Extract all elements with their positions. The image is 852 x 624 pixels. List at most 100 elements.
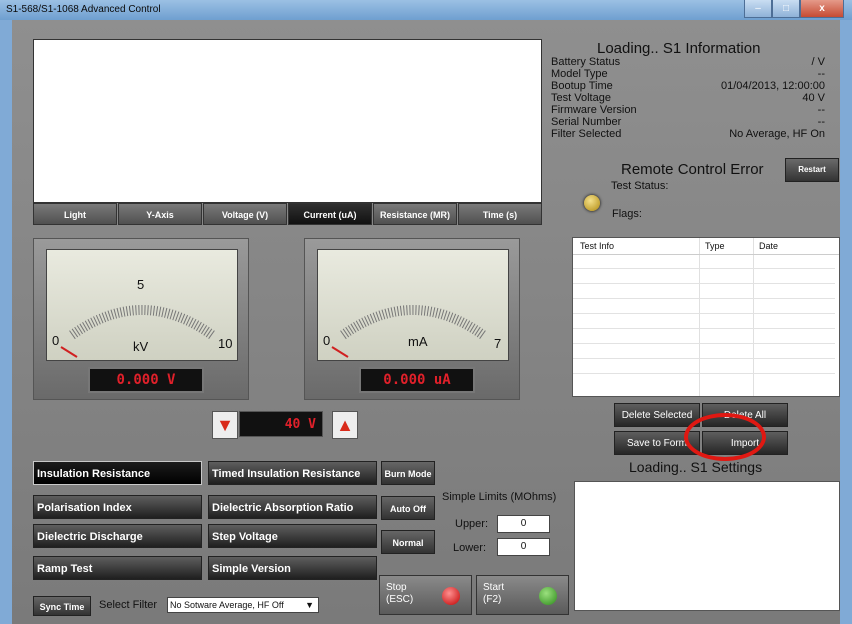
normal-button[interactable]: Normal <box>381 530 435 554</box>
info-row-model: Model Type -- <box>551 69 831 80</box>
burn-mode-button[interactable]: Burn Mode <box>381 461 435 485</box>
s1-settings-panel <box>574 481 840 611</box>
settings-loading-title: Loading.. S1 Settings <box>629 459 763 475</box>
gauge-unit: kV <box>133 339 149 354</box>
info-value: -- <box>817 104 825 116</box>
s1-information-panel: Loading.. S1 Information Battery Status /… <box>551 40 841 150</box>
voltage-down-arrow-icon[interactable]: ▼ <box>212 411 238 439</box>
table-row[interactable] <box>573 268 835 269</box>
info-key: Firmware Version <box>551 104 637 116</box>
table-row[interactable] <box>573 328 835 329</box>
mode-insulation-resistance[interactable]: Insulation Resistance <box>33 461 202 485</box>
mode-dielectric-discharge[interactable]: Dielectric Discharge <box>33 524 202 548</box>
maximize-button[interactable]: □ <box>772 0 800 18</box>
table-row[interactable] <box>573 283 835 284</box>
info-row-serial: Serial Number -- <box>551 117 831 128</box>
info-row-battery: Battery Status / V <box>551 57 831 68</box>
title-bar: S1-568/S1-1068 Advanced Control – □ x <box>0 0 852 21</box>
info-row-filter: Filter Selected No Average, HF On <box>551 129 831 140</box>
mode-dielectric-absorption-ratio[interactable]: Dielectric Absorption Ratio <box>208 495 377 519</box>
voltage-gauge-face: 5 0 10 kV <box>46 249 238 361</box>
gauge-label-min: 0 <box>52 333 60 348</box>
upper-limit-input[interactable]: 0 <box>497 515 550 533</box>
table-header: Test Info Type Date <box>573 238 839 255</box>
table-row[interactable] <box>573 358 835 359</box>
gauge-label-min: 0 <box>323 333 331 348</box>
mode-polarisation-index[interactable]: Polarisation Index <box>33 495 202 519</box>
gauge-label-max: 7 <box>494 336 502 351</box>
stop-led-icon <box>442 587 460 605</box>
info-row-bootup: Bootup Time 01/04/2013, 12:00:00 <box>551 81 831 92</box>
gauge-needle <box>60 346 78 358</box>
test-status-label: Test Status: <box>611 180 669 192</box>
graph-tabs: Light Y-Axis Voltage (V) Current (uA) Re… <box>33 203 543 225</box>
tab-current[interactable]: Current (uA) <box>288 203 372 225</box>
start-button[interactable]: Start (F2) <box>476 575 569 615</box>
current-gauge: 0 7 mA 0.000 uA <box>304 238 520 400</box>
select-filter-label: Select Filter <box>99 599 158 611</box>
test-voltage-display: 40 V <box>239 411 323 437</box>
info-value: -- <box>817 116 825 128</box>
filter-select-value: No Sotware Average, HF Off <box>170 600 284 610</box>
tab-voltage[interactable]: Voltage (V) <box>203 203 287 225</box>
table-row[interactable] <box>573 313 835 314</box>
start-shortcut: (F2) <box>483 594 502 605</box>
start-led-icon <box>539 587 557 605</box>
gauge-label-max: 10 <box>218 336 233 351</box>
tab-y-axis[interactable]: Y-Axis <box>118 203 202 225</box>
gauge-needle <box>331 346 349 358</box>
mode-ramp-test[interactable]: Ramp Test <box>33 556 202 580</box>
info-value: 01/04/2013, 12:00:00 <box>721 80 825 92</box>
info-key: Model Type <box>551 68 608 80</box>
status-lamp <box>584 195 600 211</box>
info-loading-title: Loading.. S1 Information <box>597 40 761 57</box>
header-date[interactable]: Date <box>759 241 778 251</box>
window-frame-left <box>0 20 12 624</box>
info-key: Battery Status <box>551 56 621 68</box>
window-title: S1-568/S1-1068 Advanced Control <box>6 4 161 15</box>
auto-off-button[interactable]: Auto Off <box>381 496 435 520</box>
info-value: -- <box>817 68 825 80</box>
mode-simple-version[interactable]: Simple Version <box>208 556 377 580</box>
mode-step-voltage[interactable]: Step Voltage <box>208 524 377 548</box>
stop-label: Stop <box>386 582 407 593</box>
filter-select[interactable]: No Sotware Average, HF Off ▼ <box>167 597 319 613</box>
close-button[interactable]: x <box>800 0 844 18</box>
tab-time[interactable]: Time (s) <box>458 203 542 225</box>
window-controls: – □ x <box>744 0 844 18</box>
results-table[interactable]: Test Info Type Date <box>572 237 840 397</box>
highlight-annotation <box>684 413 766 461</box>
minimize-button[interactable]: – <box>744 0 772 18</box>
current-readout: 0.000 uA <box>359 367 475 393</box>
gauge-ticks <box>340 305 486 340</box>
table-row[interactable] <box>573 373 835 374</box>
delete-selected-button[interactable]: Delete Selected <box>614 403 700 427</box>
header-test-info[interactable]: Test Info <box>580 241 614 251</box>
voltage-gauge: 5 0 10 kV 0.000 V <box>33 238 249 400</box>
upper-limit-label: Upper: <box>455 518 489 530</box>
lower-limit-label: Lower: <box>453 542 487 554</box>
tab-light[interactable]: Light <box>33 203 117 225</box>
info-key: Test Voltage <box>551 92 611 104</box>
tab-resistance[interactable]: Resistance (MR) <box>373 203 457 225</box>
info-key: Bootup Time <box>551 80 613 92</box>
stop-button[interactable]: Stop (ESC) <box>379 575 472 615</box>
lower-limit-input[interactable]: 0 <box>497 538 550 556</box>
voltage-up-arrow-icon[interactable]: ▲ <box>332 411 358 439</box>
sync-time-button[interactable]: Sync Time <box>33 596 91 616</box>
table-row[interactable] <box>573 298 835 299</box>
window-frame-right <box>840 20 852 624</box>
mode-timed-insulation-resistance[interactable]: Timed Insulation Resistance <box>208 461 377 485</box>
graph-area[interactable] <box>33 39 542 203</box>
simple-limits-title: Simple Limits (MOhms) <box>442 491 557 503</box>
header-type[interactable]: Type <box>705 241 725 251</box>
info-value: 40 V <box>802 92 825 104</box>
info-key: Filter Selected <box>551 128 622 140</box>
remote-control-error: Remote Control Error <box>621 161 764 178</box>
restart-button[interactable]: Restart <box>785 158 839 182</box>
table-row[interactable] <box>573 343 835 344</box>
chevron-down-icon: ▼ <box>305 600 314 610</box>
start-label: Start <box>483 582 505 593</box>
current-gauge-face: 0 7 mA <box>317 249 509 361</box>
gauge-unit: mA <box>408 334 428 349</box>
